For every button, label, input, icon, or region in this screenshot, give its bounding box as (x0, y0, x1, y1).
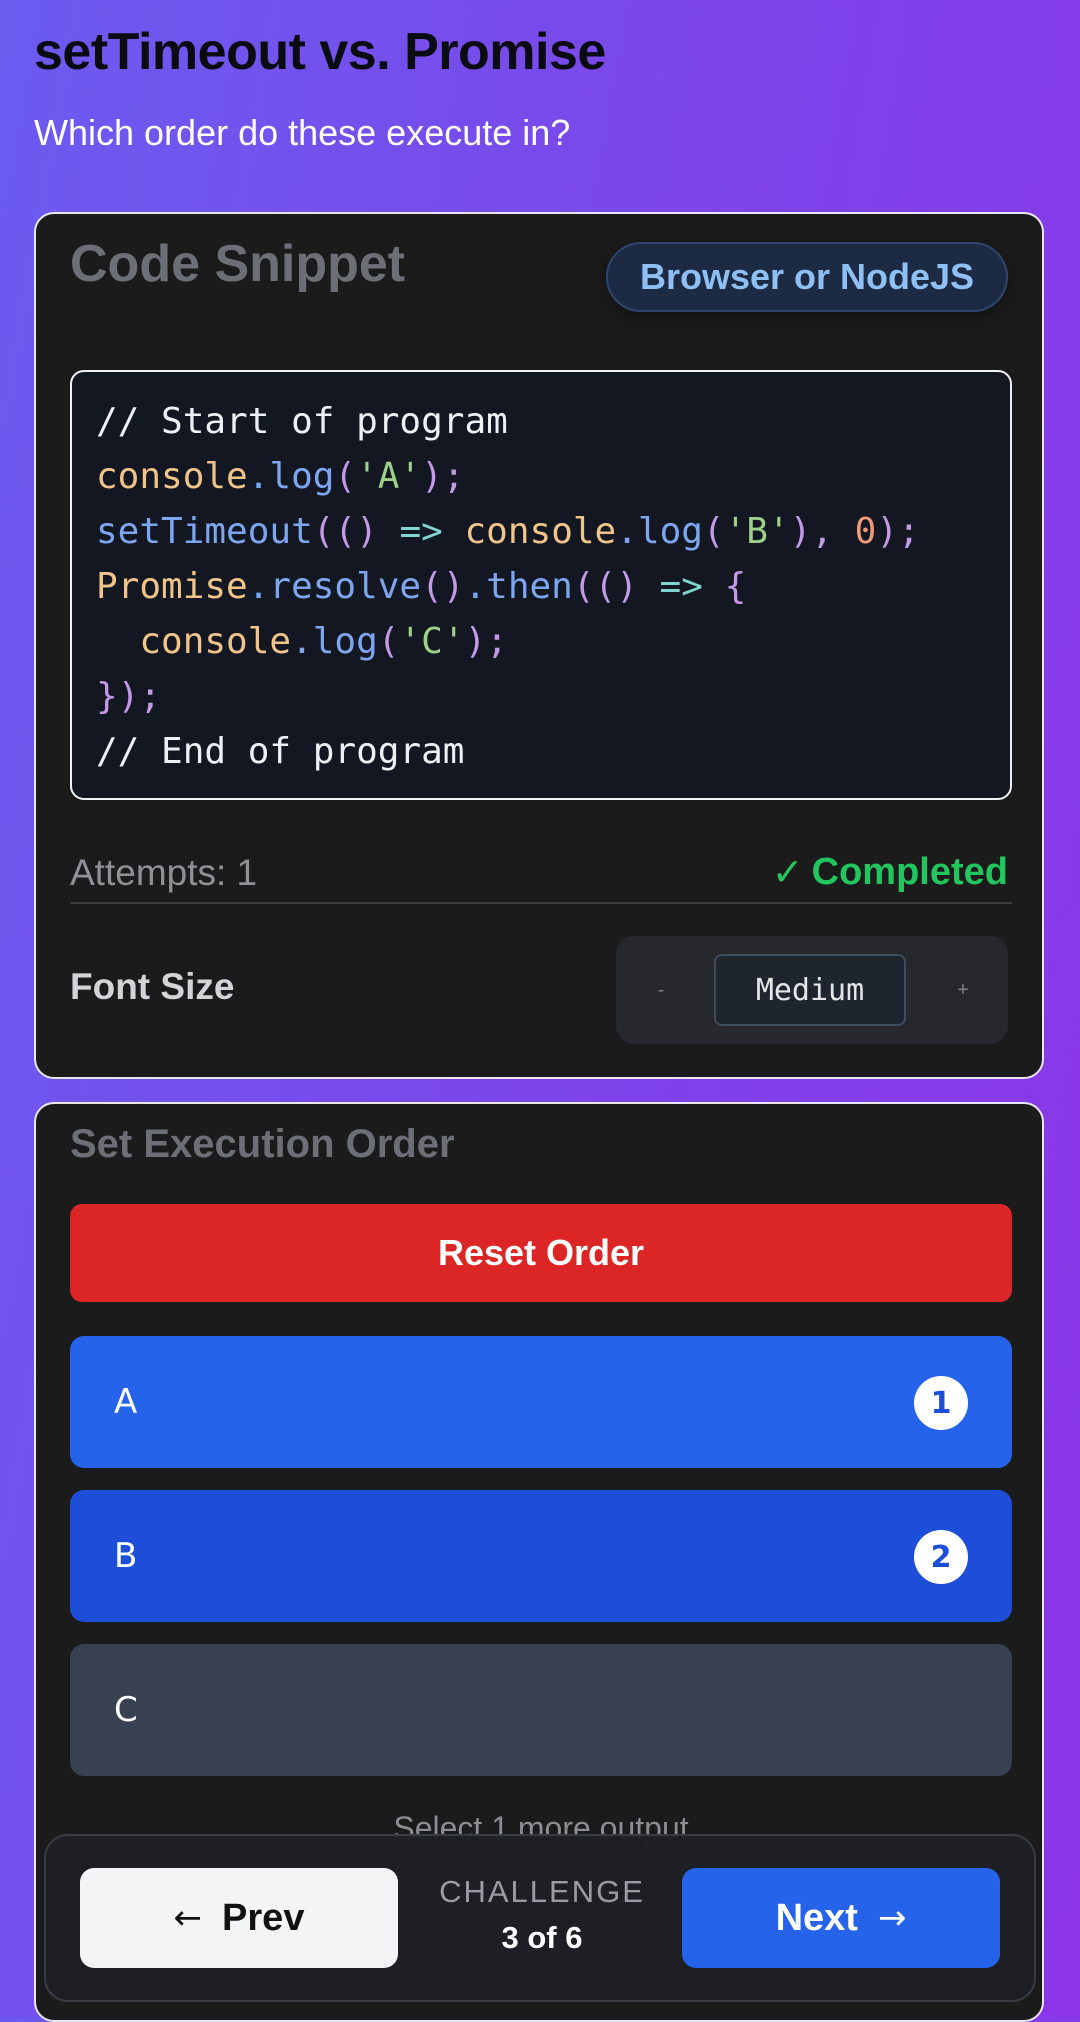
code-snippet-card: Code Snippet Browser or NodeJS // Start … (34, 212, 1044, 1079)
reset-order-button[interactable]: Reset Order (70, 1204, 1012, 1302)
output-option-a[interactable]: A 1 (70, 1336, 1012, 1468)
code-line-2: console.log('A'); (96, 456, 465, 497)
code-line-4: Promise.resolve().then(() => { (96, 566, 747, 607)
check-icon: ✓ (771, 852, 804, 894)
code-line-6: }); (96, 676, 162, 717)
next-button[interactable]: Next → (682, 1868, 1000, 1968)
font-size-label: Font Size (70, 966, 235, 1007)
code-block: // Start of program console.log('A'); setT… (70, 370, 1012, 800)
code-comment: // End of program (96, 731, 465, 772)
completed-status: ✓ Completed (772, 850, 1008, 895)
font-size-decrease-button[interactable]: - (626, 936, 696, 1044)
output-option-b[interactable]: B 2 (70, 1490, 1012, 1622)
code-line-1: // Start of program (96, 394, 986, 449)
page-subtitle: Which order do these execute in? (34, 112, 571, 153)
code-snippet-title: Code Snippet (70, 235, 406, 293)
code-line-5: console.log('C'); (139, 621, 508, 662)
prev-button[interactable]: ← Prev (80, 1868, 398, 1968)
completed-label: Completed (811, 851, 1008, 893)
font-size-stepper: - Medium + (616, 936, 1008, 1044)
code-line-7: // End of program (96, 724, 986, 779)
divider (70, 902, 1012, 904)
arrow-left-icon: ← (173, 1898, 203, 1938)
option-label: C (114, 1690, 138, 1730)
prev-label: Prev (222, 1896, 305, 1939)
challenge-count: 3 of 6 (501, 1920, 583, 1955)
font-size-increase-button[interactable]: + (928, 936, 998, 1044)
page-title: setTimeout vs. Promise (34, 23, 606, 81)
option-label: A (114, 1382, 138, 1422)
code-line-3: setTimeout(() => console.log('B'), 0); (96, 511, 920, 552)
challenge-label: CHALLENGE (439, 1874, 645, 1909)
output-option-c[interactable]: C (70, 1644, 1012, 1776)
next-label: Next (775, 1896, 858, 1939)
execution-order-title: Set Execution Order (70, 1122, 455, 1166)
font-size-value: Medium (714, 954, 906, 1026)
attempts-count: Attempts: 1 (70, 852, 258, 893)
arrow-right-icon: → (877, 1898, 907, 1938)
challenge-nav-bar: ← Prev CHALLENGE 3 of 6 Next → (44, 1834, 1036, 2002)
order-number-badge: 2 (914, 1530, 968, 1584)
environment-badge: Browser or NodeJS (606, 242, 1008, 312)
order-number-badge: 1 (914, 1376, 968, 1430)
code-comment: // Start of program (96, 401, 508, 442)
option-label: B (114, 1536, 138, 1576)
